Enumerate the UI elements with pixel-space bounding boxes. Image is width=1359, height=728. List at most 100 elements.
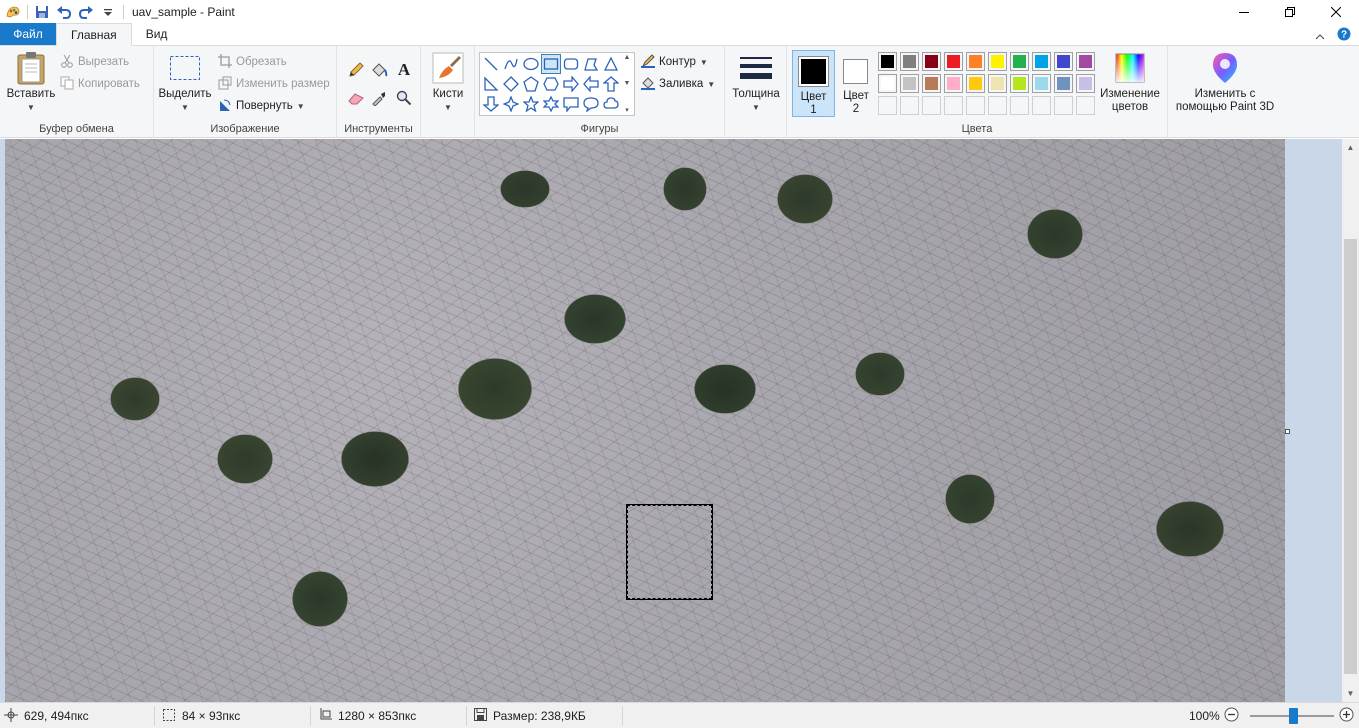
palette-swatch[interactable]: [1076, 74, 1095, 93]
arrow-down-shape-icon[interactable]: [481, 94, 501, 114]
palette-swatch[interactable]: [900, 74, 919, 93]
size-button[interactable]: Толщина ▼: [729, 50, 783, 114]
hexagon-shape-icon[interactable]: [541, 74, 561, 94]
rotate-button[interactable]: Повернуть ▼: [218, 96, 305, 116]
maximize-button[interactable]: [1267, 0, 1313, 24]
minimize-button[interactable]: [1221, 0, 1267, 24]
fill-bucket-icon[interactable]: [369, 60, 389, 80]
copy-button[interactable]: Копировать: [60, 74, 140, 94]
oval-shape-icon[interactable]: [521, 54, 541, 74]
resize-button[interactable]: Изменить размер: [218, 74, 330, 94]
palette-swatch[interactable]: [878, 96, 897, 115]
eraser-icon[interactable]: [346, 88, 366, 108]
scrollbar-thumb[interactable]: [1344, 239, 1357, 674]
canvas-resize-handle[interactable]: [1285, 429, 1290, 434]
right-triangle-shape-icon[interactable]: [481, 74, 501, 94]
cut-button[interactable]: Вырезать: [60, 52, 129, 72]
edit-with-paint3d-button[interactable]: Изменить с помощью Paint 3D: [1170, 50, 1280, 114]
palette-swatch[interactable]: [988, 74, 1007, 93]
zoom-out-button[interactable]: [1224, 703, 1239, 728]
color1-button[interactable]: Цвет 1: [792, 50, 835, 117]
palette-swatch[interactable]: [878, 52, 897, 71]
chevron-up-icon[interactable]: [1315, 29, 1325, 43]
arrow-up-shape-icon[interactable]: [601, 74, 621, 94]
redo-icon[interactable]: [75, 0, 97, 24]
select-button[interactable]: Выделить ▼: [158, 50, 212, 114]
palette-swatch[interactable]: [1054, 96, 1073, 115]
rectangle-shape-icon[interactable]: [541, 54, 561, 74]
scroll-down-icon[interactable]: ▼: [624, 80, 631, 87]
magnifier-icon[interactable]: [394, 88, 414, 108]
paste-button[interactable]: Вставить ▼: [6, 50, 56, 114]
five-point-star-shape-icon[interactable]: [521, 94, 541, 114]
palette-swatch[interactable]: [1032, 96, 1051, 115]
crop-button[interactable]: Обрезать: [218, 52, 287, 72]
paint-app-icon[interactable]: [2, 0, 24, 24]
tab-view[interactable]: Вид: [132, 23, 182, 45]
palette-swatch[interactable]: [944, 52, 963, 71]
cloud-callout-shape-icon[interactable]: [601, 94, 621, 114]
outline-button[interactable]: Контур ▼: [641, 52, 708, 72]
customize-quick-access-icon[interactable]: [97, 0, 119, 24]
palette-swatch[interactable]: [988, 52, 1007, 71]
scroll-up-arrow-icon[interactable]: ▲: [1342, 139, 1359, 156]
palette-swatch[interactable]: [1054, 74, 1073, 93]
tab-file[interactable]: Файл: [0, 23, 56, 45]
save-icon[interactable]: [31, 0, 53, 24]
line-shape-icon[interactable]: [481, 54, 501, 74]
undo-icon[interactable]: [53, 0, 75, 24]
palette-swatch[interactable]: [900, 96, 919, 115]
polygon-shape-icon[interactable]: [581, 54, 601, 74]
arrow-right-shape-icon[interactable]: [561, 74, 581, 94]
palette-swatch[interactable]: [1054, 52, 1073, 71]
six-point-star-shape-icon[interactable]: [541, 94, 561, 114]
diamond-shape-icon[interactable]: [501, 74, 521, 94]
palette-swatch[interactable]: [966, 52, 985, 71]
zoom-in-button[interactable]: [1339, 703, 1354, 728]
palette-swatch[interactable]: [922, 74, 941, 93]
palette-swatch[interactable]: [944, 74, 963, 93]
palette-swatch[interactable]: [1010, 74, 1029, 93]
tab-home[interactable]: Главная: [56, 23, 132, 46]
curve-shape-icon[interactable]: [501, 54, 521, 74]
palette-swatch[interactable]: [966, 74, 985, 93]
palette-swatch[interactable]: [922, 52, 941, 71]
palette-swatch[interactable]: [966, 96, 985, 115]
palette-swatch[interactable]: [1032, 52, 1051, 71]
palette-swatch[interactable]: [1076, 96, 1095, 115]
edit-colors-button[interactable]: Изменение цветов: [1095, 50, 1165, 114]
palette-swatch[interactable]: [878, 74, 897, 93]
oval-callout-shape-icon[interactable]: [581, 94, 601, 114]
brushes-button[interactable]: Кисти ▼: [427, 50, 469, 114]
zoom-slider-thumb[interactable]: [1289, 708, 1298, 724]
color2-button[interactable]: Цвет 2: [837, 50, 875, 117]
scroll-down-arrow-icon[interactable]: ▼: [1342, 685, 1359, 702]
shapes-gallery-scroll[interactable]: ▲ ▼ ▾: [621, 54, 633, 114]
rounded-rectangle-shape-icon[interactable]: [561, 54, 581, 74]
pentagon-shape-icon[interactable]: [521, 74, 541, 94]
scroll-up-icon[interactable]: ▲: [624, 54, 631, 61]
four-point-star-shape-icon[interactable]: [501, 94, 521, 114]
selection-rectangle[interactable]: [626, 504, 713, 600]
triangle-shape-icon[interactable]: [601, 54, 621, 74]
close-button[interactable]: [1313, 0, 1359, 24]
palette-swatch[interactable]: [1032, 74, 1051, 93]
palette-swatch[interactable]: [988, 96, 1007, 115]
palette-swatch[interactable]: [1010, 96, 1029, 115]
canvas-workspace[interactable]: ▲ ▼: [0, 139, 1359, 702]
rectangular-callout-shape-icon[interactable]: [561, 94, 581, 114]
palette-swatch[interactable]: [922, 96, 941, 115]
arrow-left-shape-icon[interactable]: [581, 74, 601, 94]
help-icon[interactable]: ?: [1337, 27, 1351, 44]
pencil-icon[interactable]: [346, 60, 366, 80]
vertical-scrollbar[interactable]: ▲ ▼: [1342, 139, 1359, 702]
image-canvas[interactable]: [5, 139, 1285, 702]
palette-swatch[interactable]: [944, 96, 963, 115]
palette-swatch[interactable]: [1010, 52, 1029, 71]
fill-button[interactable]: Заливка ▼: [641, 74, 715, 94]
palette-swatch[interactable]: [900, 52, 919, 71]
color-picker-icon[interactable]: [369, 88, 389, 108]
expand-gallery-icon[interactable]: ▾: [625, 106, 629, 114]
text-tool-icon[interactable]: A: [394, 60, 414, 80]
palette-swatch[interactable]: [1076, 52, 1095, 71]
